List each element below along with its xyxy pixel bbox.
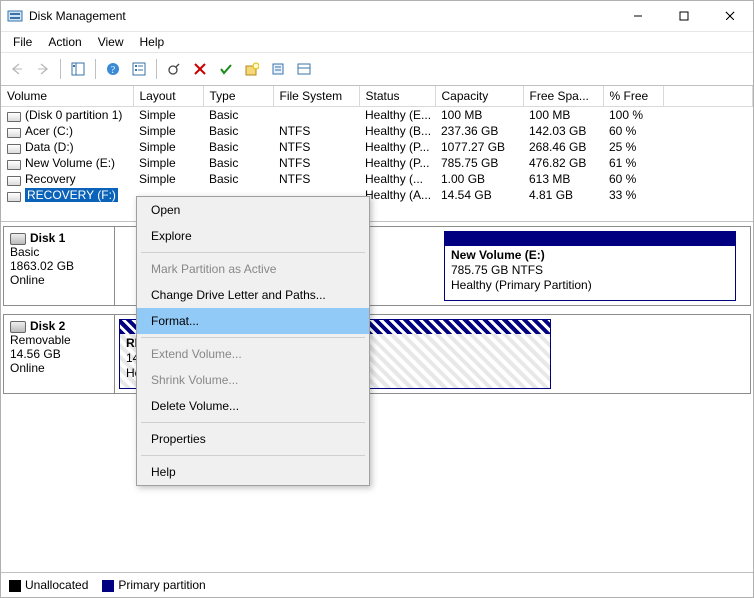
volume-icon: [7, 191, 21, 201]
column-headers[interactable]: Volume Layout Type File System Status Ca…: [1, 86, 753, 107]
legend-primary-partition: Primary partition: [102, 578, 205, 592]
legend-unallocated: Unallocated: [9, 578, 88, 592]
disk-row: Disk 2Removable14.56 GBOnlineRECOVERY (F…: [3, 314, 751, 394]
ctx-change-letter[interactable]: Change Drive Letter and Paths...: [137, 282, 369, 308]
disk-info: Disk 1Basic1863.02 GBOnline: [4, 227, 115, 305]
disk-row: Disk 1Basic1863.02 GBOnline New Volume (E…: [3, 226, 751, 306]
menu-help[interactable]: Help: [132, 33, 173, 51]
col-fs[interactable]: File System: [273, 86, 359, 107]
volume-list[interactable]: Volume Layout Type File System Status Ca…: [1, 86, 753, 222]
ctx-format[interactable]: Format...: [137, 308, 369, 334]
volume-icon: [7, 159, 21, 169]
volume-icon: [7, 127, 21, 137]
app-icon: [7, 8, 23, 24]
legend: Unallocated Primary partition: [1, 573, 753, 597]
ctx-extend-volume[interactable]: Extend Volume...: [137, 341, 369, 367]
forward-button[interactable]: [31, 57, 55, 81]
ctx-mark-active[interactable]: Mark Partition as Active: [137, 256, 369, 282]
delete-button[interactable]: [188, 57, 212, 81]
properties-button[interactable]: [266, 57, 290, 81]
titlebar: Disk Management: [1, 1, 753, 32]
ctx-shrink-volume[interactable]: Shrink Volume...: [137, 367, 369, 393]
volume-icon: [7, 111, 21, 121]
table-row[interactable]: New Volume (E:)SimpleBasicNTFSHealthy (P…: [1, 155, 753, 171]
volume-icon: [7, 143, 21, 153]
help-button[interactable]: ?: [101, 57, 125, 81]
partition[interactable]: New Volume (E:)785.75 GB NTFSHealthy (Pr…: [444, 231, 736, 301]
back-button[interactable]: [5, 57, 29, 81]
menu-file[interactable]: File: [5, 33, 40, 51]
maximize-button[interactable]: [661, 1, 707, 31]
show-hide-tree-button[interactable]: [66, 57, 90, 81]
minimize-button[interactable]: [615, 1, 661, 31]
table-row[interactable]: RecoverySimpleBasicNTFSHealthy (...1.00 …: [1, 171, 753, 187]
disk-info: Disk 2Removable14.56 GBOnline: [4, 315, 115, 393]
ctx-delete-volume[interactable]: Delete Volume...: [137, 393, 369, 419]
table-row[interactable]: (Disk 0 partition 1)SimpleBasicHealthy (…: [1, 107, 753, 124]
ctx-open[interactable]: Open: [137, 197, 369, 223]
ctx-explore[interactable]: Explore: [137, 223, 369, 249]
list-button[interactable]: [292, 57, 316, 81]
disk-graphical-view[interactable]: Disk 1Basic1863.02 GBOnline New Volume (E…: [1, 222, 753, 573]
table-row[interactable]: Data (D:)SimpleBasicNTFSHealthy (P...107…: [1, 139, 753, 155]
col-type[interactable]: Type: [203, 86, 273, 107]
toolbar: ?: [1, 53, 753, 86]
disk-icon: [10, 319, 26, 333]
close-button[interactable]: [707, 1, 753, 31]
disk-icon: [10, 231, 26, 245]
menubar: File Action View Help: [1, 32, 753, 53]
window-title: Disk Management: [29, 9, 615, 23]
menu-action[interactable]: Action: [40, 33, 89, 51]
col-volume[interactable]: Volume: [1, 86, 133, 107]
ctx-properties[interactable]: Properties: [137, 426, 369, 452]
disk-management-window: Disk Management File Action View Help ?: [0, 0, 754, 598]
action-check-button[interactable]: [214, 57, 238, 81]
window-controls: [615, 1, 753, 31]
col-pfree[interactable]: % Free: [603, 86, 663, 107]
context-menu: Open Explore Mark Partition as Active Ch…: [136, 196, 370, 486]
col-capacity[interactable]: Capacity: [435, 86, 523, 107]
svg-text:?: ?: [111, 65, 116, 76]
new-volume-button[interactable]: [240, 57, 264, 81]
settings-button[interactable]: [127, 57, 151, 81]
menu-view[interactable]: View: [90, 33, 132, 51]
table-row[interactable]: RECOVERY (F:)Healthy (A...14.54 GB4.81 G…: [1, 187, 753, 203]
table-row[interactable]: Acer (C:)SimpleBasicNTFSHealthy (B...237…: [1, 123, 753, 139]
col-layout[interactable]: Layout: [133, 86, 203, 107]
volume-icon: [7, 175, 21, 185]
refresh-button[interactable]: [162, 57, 186, 81]
col-status[interactable]: Status: [359, 86, 435, 107]
col-free[interactable]: Free Spa...: [523, 86, 603, 107]
ctx-help[interactable]: Help: [137, 459, 369, 485]
